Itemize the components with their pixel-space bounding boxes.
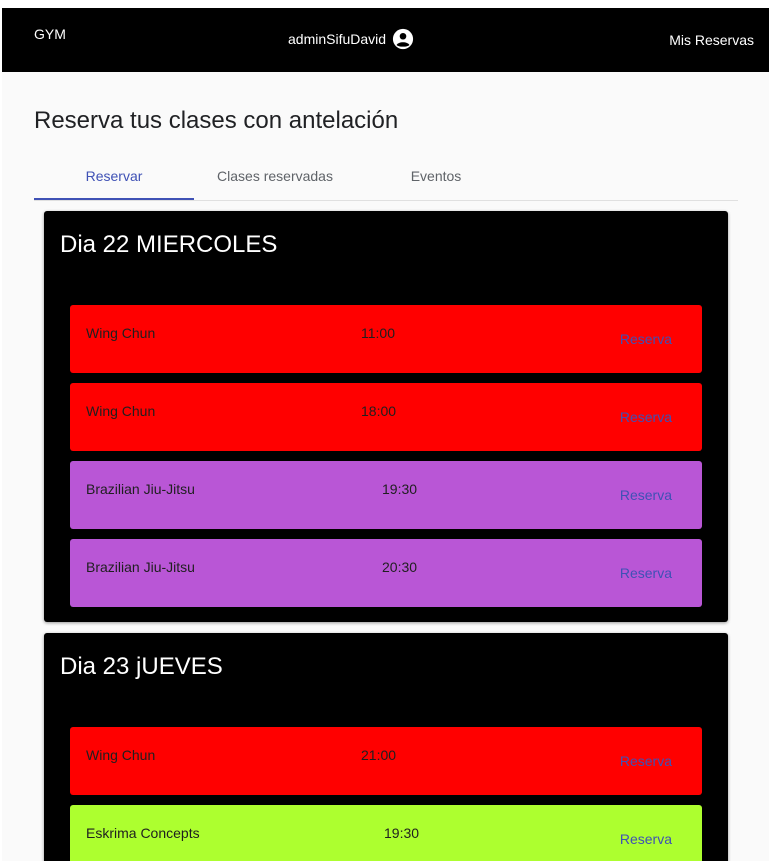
day-title: Dia 23 jUEVES bbox=[60, 653, 223, 680]
day-title: Dia 22 MIERCOLES bbox=[60, 231, 278, 258]
tab-bar: Reservar Clases reservadas Eventos bbox=[34, 158, 738, 201]
top-toolbar: GYM adminSifuDavid Mis Reservas bbox=[2, 8, 769, 72]
reserve-button[interactable]: Reserva bbox=[620, 831, 672, 847]
page-title: Reserva tus clases con antelación bbox=[34, 107, 399, 134]
class-name: Brazilian Jiu-Jitsu bbox=[86, 481, 195, 497]
class-name: Wing Chun bbox=[86, 747, 156, 763]
brand-label[interactable]: GYM bbox=[34, 26, 66, 42]
my-bookings-link[interactable]: Mis Reservas bbox=[669, 32, 754, 48]
reserve-button[interactable]: Reserva bbox=[620, 487, 672, 503]
class-row: Wing Chun 21:00 Reserva bbox=[70, 727, 702, 795]
class-row: Brazilian Jiu-Jitsu 19:30 Reserva bbox=[70, 461, 702, 529]
class-time: 18:00 bbox=[361, 403, 397, 419]
app-frame: GYM adminSifuDavid Mis Reservas Reserva … bbox=[2, 8, 769, 861]
reserve-button[interactable]: Reserva bbox=[620, 565, 672, 581]
class-row: Wing Chun 18:00 Reserva bbox=[70, 383, 702, 451]
class-name: Wing Chun bbox=[86, 325, 156, 341]
class-time: 21:00 bbox=[361, 747, 397, 763]
reserve-button[interactable]: Reserva bbox=[620, 331, 672, 347]
tab-eventos[interactable]: Eventos bbox=[356, 158, 516, 198]
tab-reservar[interactable]: Reservar bbox=[34, 158, 194, 200]
class-time: 20:30 bbox=[382, 559, 418, 575]
day-card: Dia 22 MIERCOLES Wing Chun 11:00 Reserva… bbox=[44, 211, 728, 622]
class-row: Eskrima Concepts 19:30 Reserva bbox=[70, 805, 702, 861]
tab-clases-reservadas[interactable]: Clases reservadas bbox=[195, 158, 355, 198]
username-label: adminSifuDavid bbox=[288, 31, 387, 47]
account-circle-icon[interactable] bbox=[392, 28, 414, 50]
day-card: Dia 23 jUEVES Wing Chun 21:00 Reserva Es… bbox=[44, 633, 728, 861]
class-time: 11:00 bbox=[361, 325, 395, 341]
class-name: Eskrima Concepts bbox=[86, 825, 200, 841]
class-row: Wing Chun 11:00 Reserva bbox=[70, 305, 702, 373]
class-row: Brazilian Jiu-Jitsu 20:30 Reserva bbox=[70, 539, 702, 607]
class-time: 19:30 bbox=[384, 825, 420, 841]
class-name: Wing Chun bbox=[86, 403, 156, 419]
class-name: Brazilian Jiu-Jitsu bbox=[86, 559, 195, 575]
user-info[interactable]: adminSifuDavid bbox=[288, 28, 414, 50]
reserve-button[interactable]: Reserva bbox=[620, 409, 672, 425]
class-time: 19:30 bbox=[382, 481, 418, 497]
reserve-button[interactable]: Reserva bbox=[620, 753, 672, 769]
